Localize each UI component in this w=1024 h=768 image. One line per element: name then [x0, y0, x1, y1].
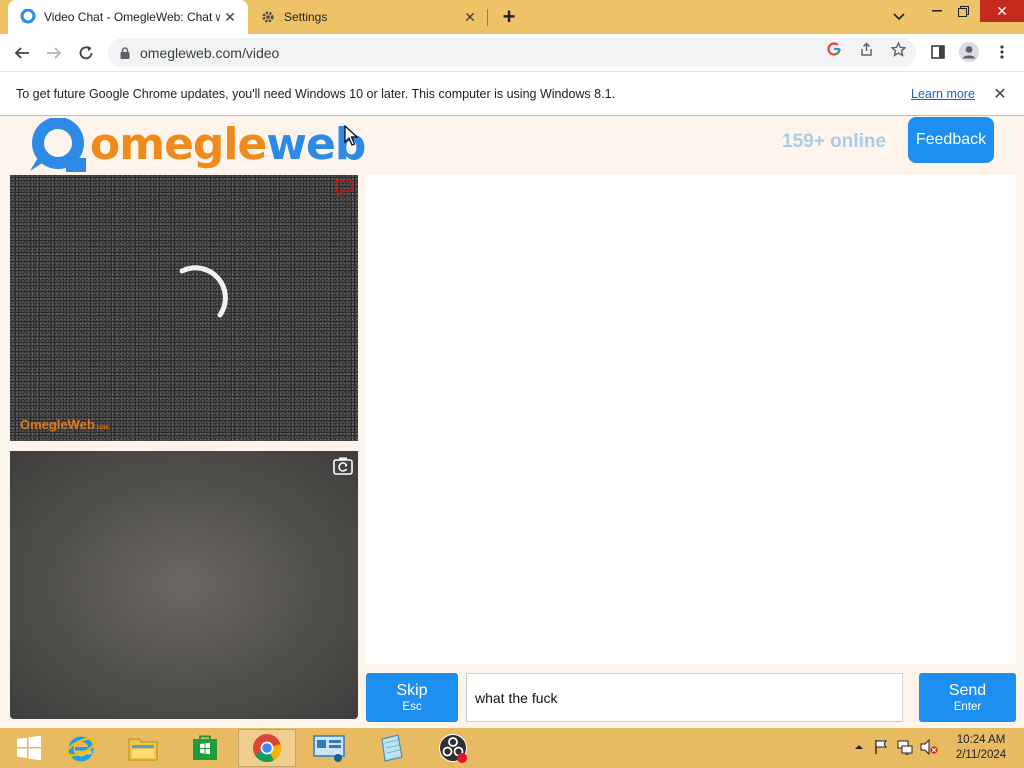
switch-camera-icon[interactable] — [332, 455, 354, 477]
taskbar-obs[interactable] — [424, 729, 482, 767]
skip-label: Skip — [396, 681, 428, 699]
send-label: Send — [948, 681, 987, 699]
address-bar[interactable]: omegleweb.com/video — [108, 38, 916, 67]
show-hidden-icons-chevron-icon[interactable] — [850, 738, 868, 756]
store-icon — [193, 735, 217, 760]
skip-button[interactable]: Skip Esc — [366, 673, 458, 722]
send-button[interactable]: Send Enter — [919, 673, 1016, 722]
notepad-app-icon — [381, 734, 403, 762]
tab-close-icon[interactable]: ✕ — [220, 7, 240, 27]
learn-more-link[interactable]: Learn more — [911, 87, 975, 101]
taskbar-chrome[interactable] — [238, 729, 296, 767]
clock-time: 10:24 AM — [956, 734, 1006, 746]
tab-title: Settings — [284, 10, 328, 24]
tab-separator — [487, 9, 488, 26]
google-translate-icon[interactable] — [825, 40, 843, 58]
tab-close-icon[interactable]: ✕ — [460, 7, 480, 27]
profile-avatar-icon[interactable] — [958, 41, 980, 63]
network-icon[interactable] — [896, 738, 914, 756]
action-center-flag-icon[interactable] — [872, 738, 890, 756]
infobar-close-icon[interactable]: ✕ — [990, 84, 1010, 104]
update-infobar: To get future Google Chrome updates, you… — [0, 71, 1024, 116]
tab-video-chat[interactable]: Video Chat - OmegleWeb: Chat with Strang… — [8, 0, 248, 34]
feedback-button[interactable]: Feedback — [908, 117, 994, 163]
start-button[interactable] — [0, 729, 58, 767]
stranger-video: OmegleWeb.com — [10, 175, 358, 441]
logo-wordmark: omegleweb — [90, 119, 366, 170]
mouse-cursor-icon — [344, 125, 358, 146]
skip-hint: Esc — [402, 700, 422, 713]
send-hint: Enter — [953, 700, 982, 713]
folder-icon — [128, 738, 158, 761]
infobar-message: To get future Google Chrome updates, you… — [16, 87, 615, 101]
url-text: omegleweb.com/video — [140, 44, 280, 61]
taskbar-notepad[interactable] — [362, 729, 420, 767]
obs-studio-icon — [439, 734, 467, 763]
omegleweb-favicon-icon — [20, 9, 36, 25]
browser-toolbar: omegleweb.com/video — [0, 34, 1024, 71]
self-video — [10, 451, 358, 719]
taskbar-file-explorer[interactable] — [114, 729, 172, 767]
message-input[interactable] — [466, 673, 903, 722]
restore-icon[interactable] — [948, 0, 978, 22]
remote-desktop-icon — [313, 735, 345, 762]
chat-log — [366, 175, 1016, 664]
bookmark-star-icon[interactable] — [889, 40, 907, 58]
taskbar-internet-explorer[interactable] — [52, 729, 110, 767]
report-flag-icon[interactable] — [334, 179, 354, 197]
forward-arrow-icon[interactable] — [40, 39, 68, 67]
taskbar: 10:24 AM 2/11/2024 — [0, 728, 1024, 768]
tab-strip: Video Chat - OmegleWeb: Chat with Strang… — [0, 0, 1024, 34]
internet-explorer-icon — [66, 736, 96, 762]
lock-icon[interactable] — [120, 46, 130, 59]
reload-icon[interactable] — [72, 39, 100, 67]
taskbar-clock[interactable]: 10:24 AM 2/11/2024 — [944, 733, 1018, 763]
online-count: 159+ online — [782, 131, 887, 152]
windows-logo-icon — [17, 735, 41, 761]
tab-title: Video Chat - OmegleWeb: Chat with Strang… — [44, 10, 220, 24]
taskbar-store[interactable] — [176, 729, 234, 767]
gear-icon — [260, 9, 276, 25]
share-icon[interactable] — [857, 40, 875, 58]
tab-search-chevron-icon[interactable] — [888, 7, 910, 27]
page-content: omegleweb 159+ online Feedback OmegleWeb… — [0, 116, 1024, 728]
loading-spinner-icon — [179, 265, 228, 318]
new-tab-plus-icon[interactable]: + — [497, 4, 521, 29]
site-logo[interactable]: omegleweb — [28, 118, 366, 172]
window-close-icon[interactable]: ✕ — [980, 0, 1024, 22]
back-arrow-icon[interactable] — [8, 39, 36, 67]
tab-settings[interactable]: Settings ✕ — [250, 0, 488, 34]
video-watermark: OmegleWeb.com — [20, 417, 109, 432]
taskbar-remote-desktop[interactable] — [300, 729, 358, 767]
clock-date: 2/11/2024 — [955, 749, 1007, 761]
more-menu-icon[interactable] — [991, 41, 1013, 63]
volume-muted-icon[interactable] — [920, 738, 938, 756]
chrome-icon — [253, 734, 282, 763]
omegleweb-logo-icon — [30, 118, 86, 172]
side-panel-icon[interactable] — [927, 41, 949, 63]
